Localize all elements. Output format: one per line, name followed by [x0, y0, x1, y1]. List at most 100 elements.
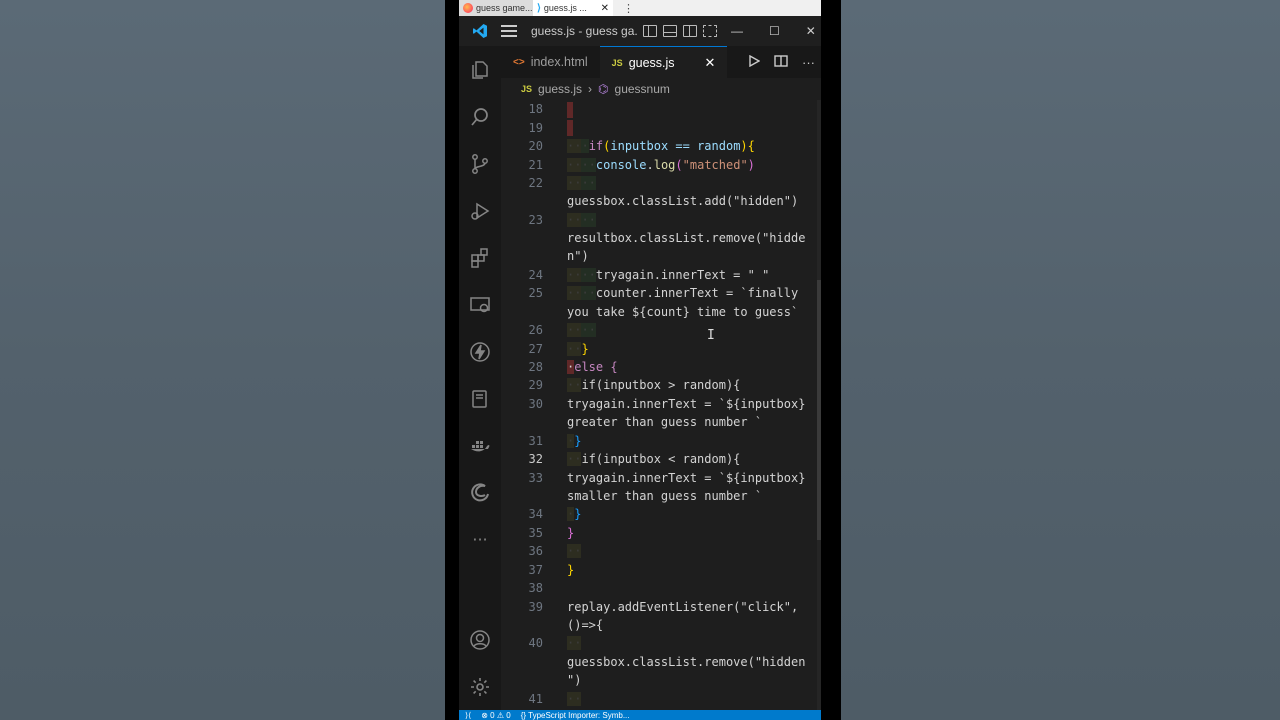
tab-guess-js[interactable]: JS guess.js ✕ — [599, 46, 728, 78]
settings-icon[interactable] — [459, 663, 501, 710]
line-number-gutter: 18 19 20 21 22 23 24 25 26 27 28 29 30 3… — [501, 100, 561, 710]
toggle-panel-icon[interactable] — [663, 25, 677, 37]
code-line-33-wrap: smaller than guess number ` — [567, 489, 763, 503]
activity-bar: ··· — [459, 46, 501, 710]
firefox-icon — [463, 3, 473, 13]
line-number: 28 — [528, 360, 543, 374]
diff-marker — [567, 102, 573, 118]
line-number: 34 — [528, 507, 543, 521]
run-icon[interactable] — [748, 54, 761, 70]
close-icon[interactable]: ✕ — [601, 3, 609, 14]
line-number: 26 — [528, 323, 543, 337]
html-file-icon: <> — [513, 56, 525, 68]
code-line-23-wrap-b: n") — [567, 249, 589, 263]
code-text: } — [567, 563, 575, 577]
code-text: else { — [574, 360, 618, 374]
code-line-32: ··if(inputbox < random){ — [567, 452, 741, 466]
diff-marker — [567, 120, 573, 136]
source-control-icon[interactable] — [459, 140, 501, 187]
code-line-20: ···if(inputbox == random){ — [567, 139, 755, 153]
code-text: } — [574, 507, 582, 521]
more-icon[interactable]: ··· — [459, 516, 501, 563]
chevron-right-icon: › — [588, 82, 593, 96]
browser-tab-label: guess.js ... — [543, 3, 587, 13]
code-line-22: ···· — [567, 176, 596, 190]
code-line-35: } — [567, 524, 574, 542]
line-number: 24 — [528, 268, 543, 282]
code-line-22-wrap: guessbox.classList.add("hidden") — [567, 194, 799, 208]
line-number: 39 — [528, 600, 543, 614]
line-number: 25 — [528, 286, 543, 300]
browser-tab-strip: guess game... ⟩ guess.js ... ✕ ⋮ — [459, 0, 821, 16]
breadcrumb-file[interactable]: guess.js — [538, 82, 582, 96]
code-text: } — [567, 526, 575, 540]
run-debug-icon[interactable] — [459, 187, 501, 234]
search-icon[interactable] — [459, 93, 501, 140]
close-window-icon[interactable]: ✕ — [806, 24, 816, 38]
scrollbar-thumb[interactable] — [817, 280, 821, 540]
line-number: 35 — [528, 526, 543, 540]
language-info[interactable]: {} TypeScript Importer: Symb... — [521, 711, 630, 720]
line-number: 18 — [528, 102, 543, 116]
line-number: 38 — [528, 581, 543, 595]
vscode-window: guess game... ⟩ guess.js ... ✕ ⋮ guess.j… — [459, 0, 821, 720]
thunder-client-icon[interactable] — [459, 328, 501, 375]
code-line-26: ···· — [567, 323, 596, 337]
toggle-secondary-sidebar-icon[interactable] — [683, 25, 697, 37]
tab-label: guess.js — [628, 55, 675, 70]
line-number: 37 — [528, 563, 543, 577]
line-number: 27 — [528, 342, 543, 356]
window-title: guess.js - guess ga... — [531, 24, 637, 38]
close-tab-icon[interactable]: ✕ — [705, 55, 716, 71]
line-number: 41 — [528, 692, 543, 706]
code-line-21: ····console.log("matched") — [567, 158, 755, 172]
breadcrumb-symbol[interactable]: guessnum — [615, 82, 670, 96]
code-text: tryagain.innerText = " " — [595, 268, 770, 282]
maximize-icon[interactable]: ☐ — [769, 24, 780, 38]
status-bar: ⟩⟨ ⊗ 0 ⚠ 0 {} TypeScript Importer: Symb.… — [459, 710, 821, 720]
split-editor-icon[interactable] — [774, 54, 788, 70]
text-cursor-icon: I — [707, 328, 715, 343]
code-line-36: ·· — [567, 544, 582, 558]
line-number: 30 — [528, 397, 543, 411]
edge-icon[interactable] — [459, 469, 501, 516]
line-number: 21 — [528, 158, 543, 172]
code-line-33: tryagain.innerText = `${inputbox} — [567, 471, 806, 485]
code-text: } — [581, 342, 589, 356]
book-icon[interactable] — [459, 375, 501, 422]
account-icon[interactable] — [459, 616, 501, 663]
js-file-icon: JS — [521, 84, 533, 94]
kebab-menu-icon[interactable]: ⋮ — [623, 2, 634, 15]
explorer-icon[interactable] — [459, 46, 501, 93]
problems-indicator[interactable]: ⊗ 0 ⚠ 0 — [481, 711, 510, 720]
menu-icon[interactable] — [501, 25, 517, 37]
line-number: 22 — [528, 176, 543, 190]
minimize-icon[interactable]: — — [731, 24, 743, 38]
browser-tab-guess-js[interactable]: ⟩ guess.js ... ✕ — [533, 0, 613, 16]
customize-layout-icon[interactable] — [703, 25, 717, 37]
remote-explorer-icon[interactable] — [459, 281, 501, 328]
toggle-sidebar-icon[interactable] — [643, 25, 657, 37]
code-line-23: ···· — [567, 213, 596, 227]
code-text: inputbox == random — [610, 139, 741, 153]
code-line-23-wrap-a: resultbox.classList.remove("hidde — [567, 231, 806, 245]
activity-bar-bottom — [459, 616, 501, 710]
current-line-number: 32 — [528, 452, 543, 466]
vscode-icon: ⟩ — [537, 2, 541, 14]
code-editor[interactable]: 18 19 20 21 22 23 24 25 26 27 28 29 30 3… — [501, 100, 821, 710]
browser-tab-guess-game[interactable]: guess game... — [459, 0, 533, 16]
more-actions-icon[interactable]: ··· — [802, 55, 815, 70]
extensions-icon[interactable] — [459, 234, 501, 281]
line-number: 31 — [528, 434, 543, 448]
vscode-logo-icon — [459, 23, 501, 39]
code-line-28: ·else { — [567, 360, 618, 374]
code-line-41: ·· — [567, 692, 582, 706]
code-line-29: ··if(inputbox > random){ — [567, 378, 741, 392]
line-number: 36 — [528, 544, 543, 558]
docker-icon[interactable] — [459, 422, 501, 469]
tab-index-html[interactable]: <> index.html — [501, 46, 600, 78]
remote-indicator-icon[interactable]: ⟩⟨ — [465, 711, 471, 720]
vertical-scrollbar[interactable] — [817, 100, 821, 710]
code-line-40-wrap-b: ") — [567, 673, 582, 687]
code-line-40-wrap-a: guessbox.classList.remove("hidden — [567, 655, 806, 669]
